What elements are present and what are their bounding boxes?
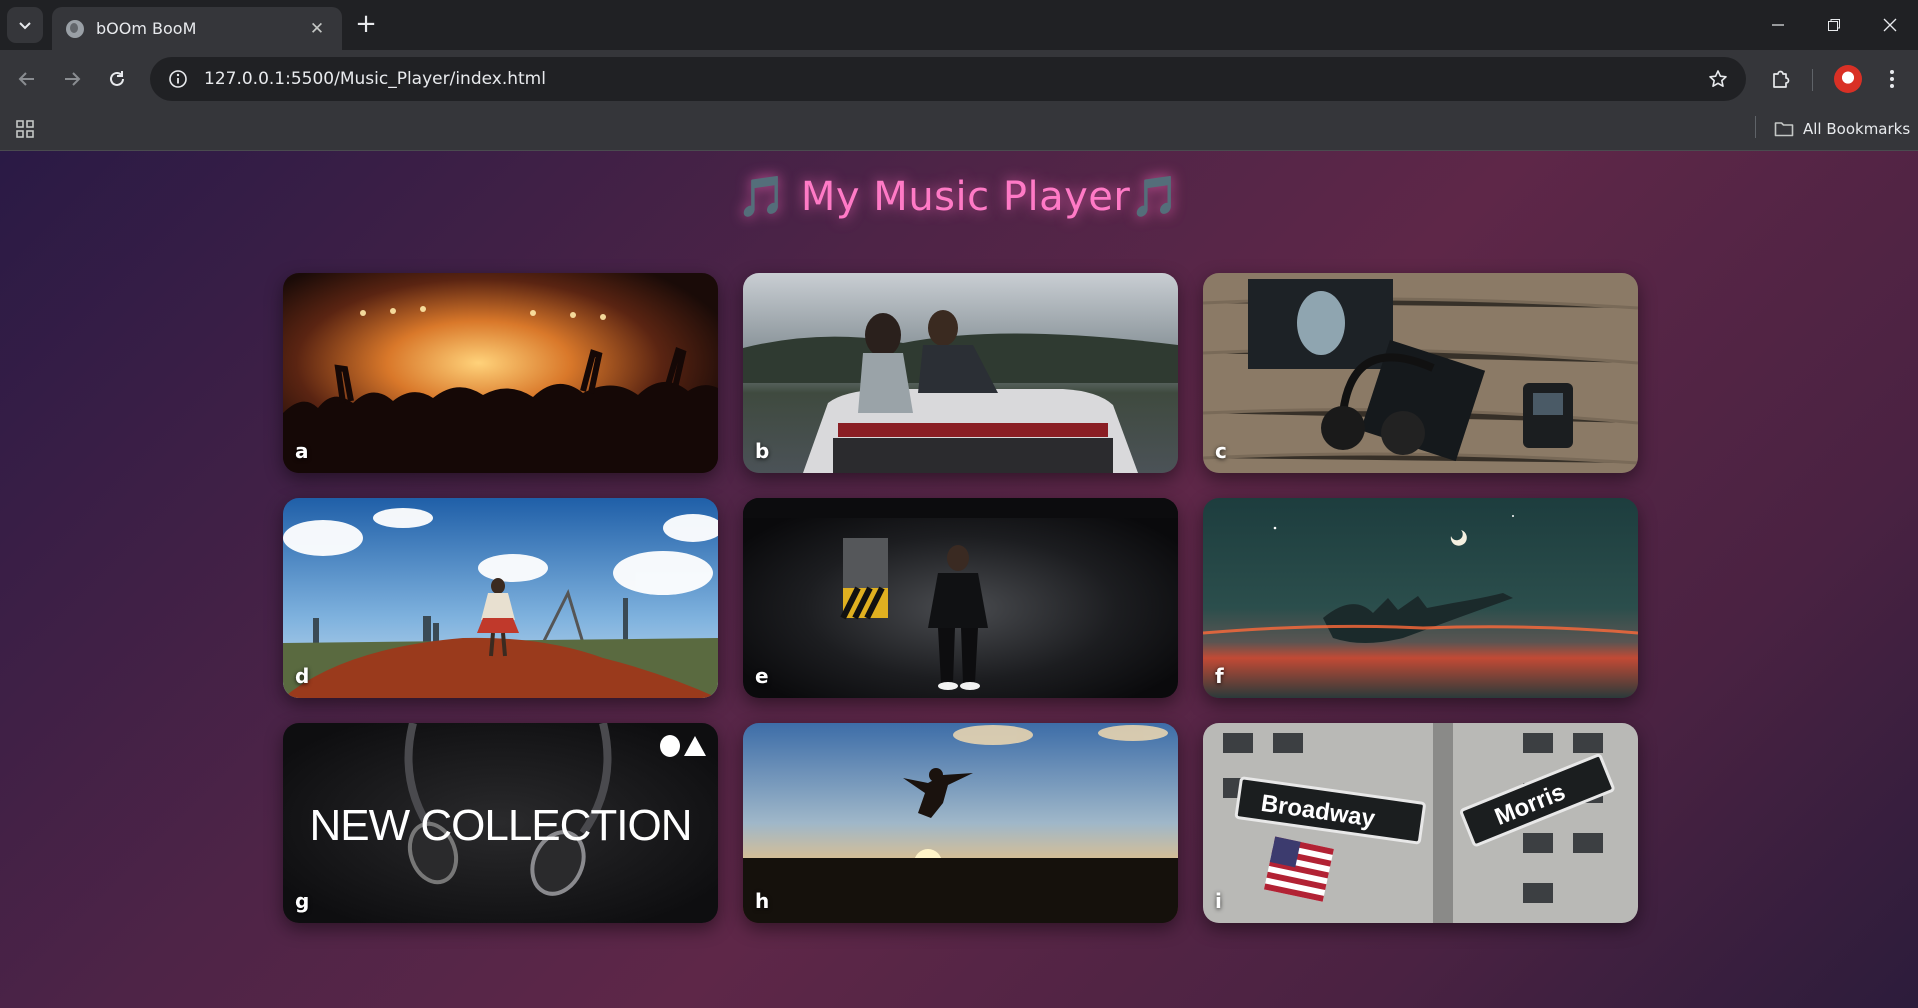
person-jumping-sunset-image (743, 723, 1178, 923)
apps-grid-icon[interactable] (12, 116, 38, 142)
triangle-shape-icon (684, 736, 706, 756)
reload-icon (110, 71, 124, 86)
minimize-icon (1772, 24, 1784, 26)
address-bar[interactable]: 127.0.0.1:5500/Music_Player/index.html (150, 57, 1746, 101)
close-icon (1883, 18, 1897, 32)
all-bookmarks-label: All Bookmarks (1803, 120, 1911, 138)
brand-shapes-logo (660, 735, 706, 757)
playlist-card-d[interactable]: d (283, 498, 718, 698)
card-label: h (755, 889, 770, 913)
page-viewport: 🎵 My Music Player🎵 a b c d e f NEW COLLE… (0, 151, 1918, 1008)
card-label: d (295, 664, 310, 688)
bookmarks-divider (1755, 116, 1756, 138)
arrow-right-icon (65, 72, 81, 86)
broadway-street-sign-image: Broadway Morris (1203, 723, 1638, 923)
playlist-grid: a b c d e f NEW COLLECTION g h Broadway … (283, 273, 1638, 923)
card-label: f (1215, 664, 1224, 688)
hand-silhouette-night-image (1203, 498, 1638, 698)
forward-button[interactable] (54, 61, 90, 97)
profile-avatar[interactable] (1834, 65, 1862, 93)
card-label: e (755, 664, 769, 688)
new-collection-text: NEW COLLECTION (309, 801, 692, 850)
playlist-card-f[interactable]: f (1203, 498, 1638, 698)
headphones-on-wood-image (1203, 273, 1638, 473)
playlist-card-a[interactable]: a (283, 273, 718, 473)
girl-on-hill-image (283, 498, 718, 698)
site-info-icon[interactable] (156, 57, 200, 101)
extensions-button[interactable] (1763, 61, 1799, 97)
concert-crowd-image (283, 273, 718, 473)
man-in-garage-image (743, 498, 1178, 698)
arrow-left-icon (18, 72, 34, 86)
card-label: c (1215, 439, 1227, 463)
playlist-card-c[interactable]: c (1203, 273, 1638, 473)
tab-search-button[interactable] (7, 7, 43, 43)
toolbar-divider (1812, 69, 1813, 91)
friends-on-car-image (743, 273, 1178, 473)
new-tab-button[interactable]: + (350, 9, 382, 41)
menu-button[interactable] (1874, 61, 1910, 97)
tab-title: bOOm BooM (96, 19, 197, 38)
playlist-card-g[interactable]: NEW COLLECTION g (283, 723, 718, 923)
bookmarks-bar: All Bookmarks (0, 108, 1918, 151)
tab-strip: bOOm BooM ✕ + (0, 0, 1918, 50)
restore-button[interactable] (1806, 0, 1862, 50)
all-bookmarks-button[interactable]: All Bookmarks (1774, 114, 1910, 144)
circle-shape-icon (660, 735, 680, 757)
reload-button[interactable] (99, 61, 135, 97)
page-title: 🎵 My Music Player🎵 (737, 174, 1181, 220)
chevron-down-icon (19, 22, 31, 30)
playlist-card-h[interactable]: h (743, 723, 1178, 923)
more-vertical-icon (1890, 70, 1894, 88)
card-label: i (1215, 889, 1222, 913)
globe-icon (66, 19, 84, 38)
tab-close-icon[interactable]: ✕ (306, 19, 328, 39)
url-text[interactable]: 127.0.0.1:5500/Music_Player/index.html (204, 69, 1696, 89)
playlist-card-e[interactable]: e (743, 498, 1178, 698)
bookmark-star-icon[interactable] (1696, 57, 1740, 101)
card-label: a (295, 439, 309, 463)
card-label: b (755, 439, 770, 463)
puzzle-icon (1773, 70, 1790, 88)
browser-tab[interactable]: bOOm BooM ✕ (52, 7, 342, 50)
playlist-card-i[interactable]: Broadway Morris i (1203, 723, 1638, 923)
minimize-button[interactable] (1750, 0, 1806, 50)
browser-toolbar: 127.0.0.1:5500/Music_Player/index.html (0, 50, 1918, 108)
playlist-card-b[interactable]: b (743, 273, 1178, 473)
back-button[interactable] (9, 61, 45, 97)
card-label: g (295, 889, 310, 913)
close-window-button[interactable] (1862, 0, 1918, 50)
folder-icon (1774, 122, 1794, 137)
restore-icon (1828, 19, 1840, 31)
